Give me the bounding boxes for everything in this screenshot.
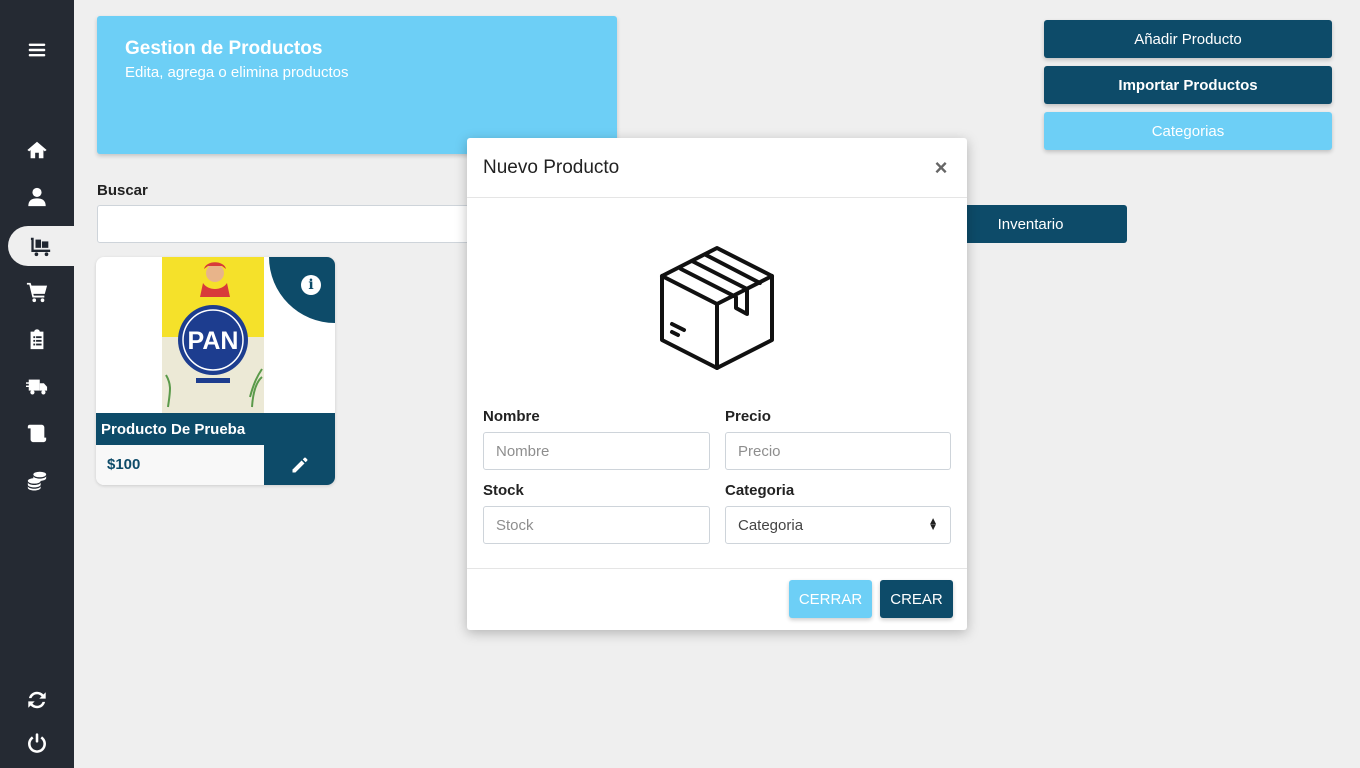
close-icon[interactable]: ×	[931, 155, 951, 181]
search-input[interactable]	[97, 205, 497, 243]
sync-icon	[28, 691, 46, 709]
categories-button[interactable]: Categorias	[1044, 112, 1332, 150]
precio-field[interactable]: Precio	[725, 432, 951, 470]
page-subtitle: Edita, agrega o elimina productos	[125, 64, 349, 81]
scroll-icon	[27, 424, 47, 443]
stock-field[interactable]: Stock	[483, 506, 710, 544]
pencil-icon	[292, 457, 307, 473]
power-icon	[28, 733, 46, 753]
sidebar	[0, 0, 74, 768]
categoria-select[interactable]: Categoria ▲ ▼	[725, 506, 951, 544]
menu-button[interactable]	[0, 30, 74, 70]
nav-products[interactable]	[8, 226, 74, 266]
header-card: Gestion de Productos Edita, agrega o eli…	[97, 16, 617, 154]
product-card[interactable]: PAN i Producto De Prueba $100	[96, 257, 335, 485]
inventory-button-label: Inventario	[997, 215, 1064, 233]
new-product-modal: Nuevo Producto × Nombre Nombre Precio Pr…	[467, 138, 967, 630]
nombre-label: Nombre	[483, 408, 540, 425]
products-cart-icon	[30, 237, 51, 257]
menu-icon	[28, 43, 46, 57]
shopping-cart-icon	[26, 282, 48, 303]
svg-text:PAN: PAN	[188, 327, 239, 355]
search-label: Buscar	[97, 182, 148, 199]
product-price: $100	[96, 445, 264, 485]
coins-icon	[27, 471, 47, 491]
crear-button[interactable]: CREAR	[880, 580, 953, 618]
box-icon	[660, 246, 774, 370]
nav-records[interactable]	[0, 413, 74, 453]
nav-orders[interactable]	[0, 319, 74, 359]
add-product-button[interactable]: Añadir Producto	[1044, 20, 1332, 58]
clipboard-icon	[30, 329, 44, 350]
nav-finance[interactable]	[0, 460, 74, 500]
modal-header: Nuevo Producto ×	[467, 138, 967, 198]
delivery-truck-icon	[26, 379, 48, 395]
import-products-button[interactable]: Importar Productos	[1044, 66, 1332, 104]
sync-button[interactable]	[0, 680, 74, 720]
user-icon	[28, 187, 46, 207]
home-icon	[27, 141, 47, 159]
categoria-label: Categoria	[725, 482, 795, 499]
info-icon[interactable]: i	[301, 275, 321, 295]
nav-user[interactable]	[0, 177, 74, 217]
logout-button[interactable]	[0, 723, 74, 763]
categoria-selected-value: Categoria	[738, 516, 804, 534]
product-image: PAN	[158, 257, 268, 413]
cerrar-button[interactable]: CERRAR	[789, 580, 872, 618]
stock-label: Stock	[483, 482, 524, 499]
page-title: Gestion de Productos	[125, 38, 323, 59]
product-name: Producto De Prueba	[96, 413, 335, 445]
modal-title: Nuevo Producto	[483, 156, 620, 178]
precio-label: Precio	[725, 408, 771, 425]
select-arrows-icon: ▲ ▼	[928, 516, 938, 533]
nav-home[interactable]	[0, 130, 74, 170]
edit-product-button[interactable]	[264, 445, 335, 485]
nav-delivery[interactable]	[0, 366, 74, 406]
nombre-field[interactable]: Nombre	[483, 432, 710, 470]
nav-cart[interactable]	[0, 272, 74, 312]
